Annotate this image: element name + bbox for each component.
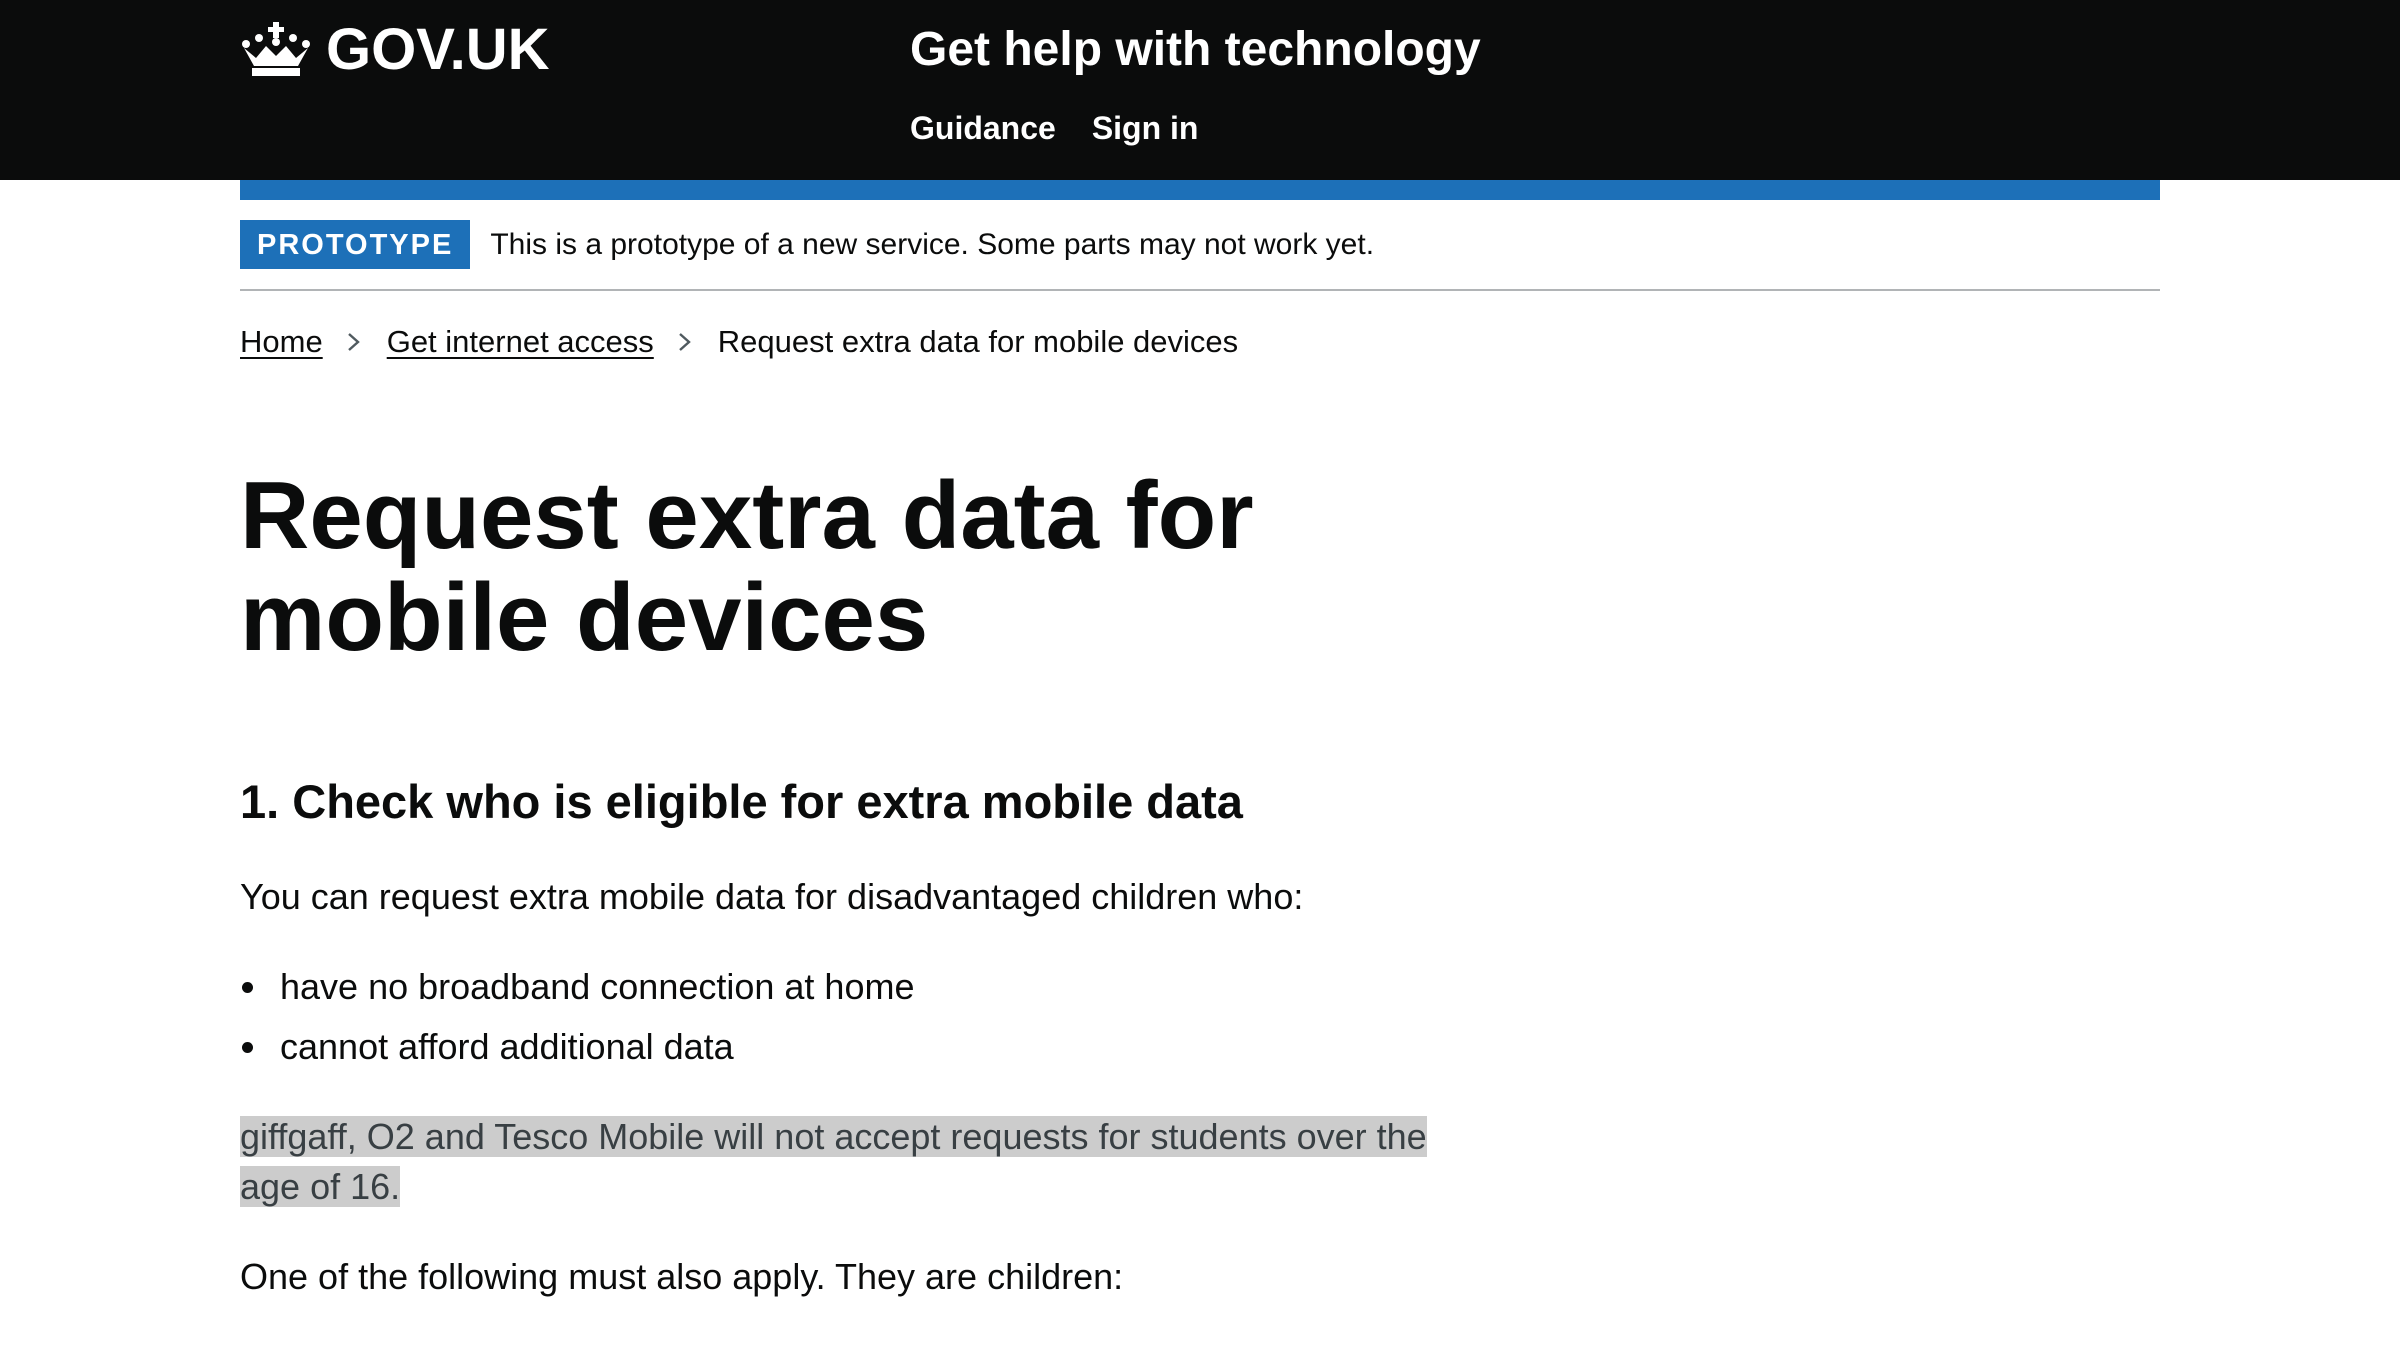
- also-apply-paragraph: One of the following must also apply. Th…: [240, 1256, 1124, 1297]
- phase-banner: PROTOTYPE This is a prototype of a new s…: [240, 220, 2160, 269]
- phase-banner-divider: [240, 289, 2160, 291]
- govuk-logo-link[interactable]: GOV.UK: [240, 18, 549, 82]
- page-title: Request extra data for mobile devices: [240, 462, 1254, 671]
- eligibility-list: have no broadband connection at home can…: [240, 962, 914, 1082]
- highlighted-note: giffgaff, O2 and Tesco Mobile will not a…: [240, 1112, 1470, 1212]
- crown-icon: [242, 22, 310, 76]
- breadcrumb: Home Get internet access Request extra d…: [240, 320, 1238, 364]
- govuk-logo-text: GOV.UK: [326, 17, 550, 82]
- highlighted-note-text: giffgaff, O2 and Tesco Mobile will not a…: [240, 1116, 1427, 1207]
- breadcrumb-internet-access-link[interactable]: Get internet access: [387, 320, 654, 364]
- service-name-link[interactable]: Get help with technology: [910, 18, 1481, 82]
- list-item: cannot afford additional data: [240, 1022, 914, 1072]
- header-navigation: Guidance Sign in: [910, 106, 1198, 150]
- site-header: GOV.UK Get help with technology Guidance…: [0, 0, 2400, 180]
- chevron-right-icon: [347, 333, 360, 351]
- breadcrumb-home-link[interactable]: Home: [240, 320, 323, 364]
- breadcrumb-current-page: Request extra data for mobile devices: [717, 324, 1239, 359]
- section-heading: 1. Check who is eligible for extra mobil…: [240, 775, 1243, 828]
- nav-guidance-link[interactable]: Guidance: [910, 106, 1056, 150]
- header-accent-bar: [240, 180, 2160, 200]
- phase-tag: PROTOTYPE: [240, 220, 471, 269]
- nav-sign-in-link[interactable]: Sign in: [1092, 106, 1199, 150]
- chevron-right-icon: [678, 333, 691, 351]
- phase-banner-text: This is a prototype of a new service. So…: [490, 227, 1375, 261]
- intro-paragraph: You can request extra mobile data for di…: [240, 876, 1304, 917]
- list-item: have no broadband connection at home: [240, 962, 914, 1012]
